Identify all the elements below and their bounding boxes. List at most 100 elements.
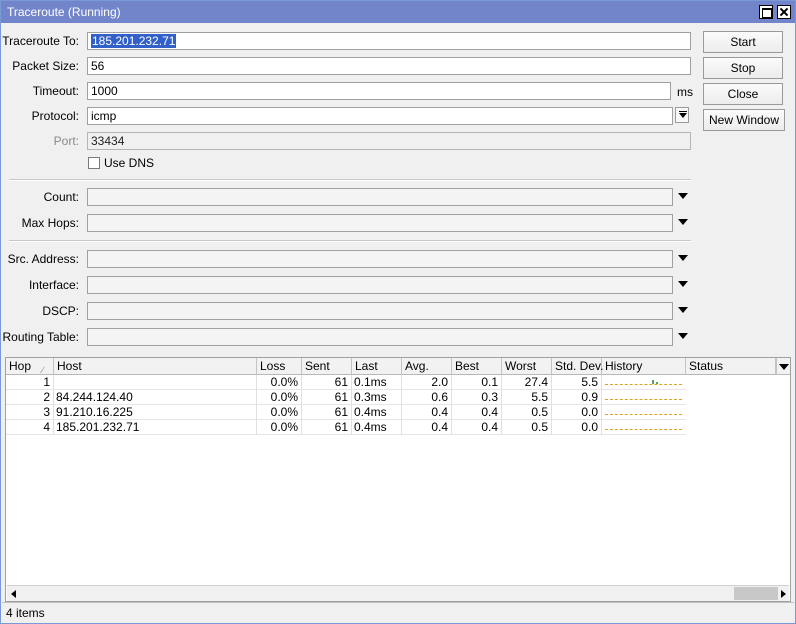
timeout-input[interactable]: 1000 xyxy=(87,82,671,100)
close-icon[interactable] xyxy=(777,5,791,19)
protocol-select[interactable]: icmp xyxy=(87,107,673,125)
loss-cell: 0.0% xyxy=(257,375,302,390)
count-input[interactable] xyxy=(87,188,673,206)
count-expand-icon[interactable] xyxy=(678,193,688,199)
scroll-right-icon[interactable] xyxy=(781,590,786,598)
host-cell: 91.210.16.225 xyxy=(54,405,257,420)
routing-table-expand-icon[interactable] xyxy=(678,333,688,339)
last-cell: 0.1ms xyxy=(352,375,402,390)
history-baseline xyxy=(605,399,682,400)
traceroute-window: Traceroute (Running) Traceroute To: 185.… xyxy=(0,0,796,624)
traceroute-to-value: 185.201.232.71 xyxy=(91,34,177,48)
scroll-left-icon[interactable] xyxy=(11,590,16,598)
dscp-input[interactable] xyxy=(87,302,673,320)
column-menu-icon[interactable] xyxy=(776,358,790,375)
last-cell: 0.4ms xyxy=(352,420,402,435)
routing-table-label: Routing Table: xyxy=(2,330,80,344)
timeout-label: Timeout: xyxy=(32,84,79,98)
column-header-last[interactable]: Last xyxy=(352,358,402,375)
history-bar xyxy=(652,380,654,384)
horizontal-scrollbar[interactable] xyxy=(7,585,789,601)
status-cell xyxy=(686,390,776,405)
column-header-sent[interactable]: Sent xyxy=(302,358,352,375)
table-row[interactable]: 3 91.210.16.225 0.0% 61 0.4ms 0.4 0.4 0.… xyxy=(6,405,686,420)
loss-cell: 0.0% xyxy=(257,405,302,420)
port-label: Port: xyxy=(53,134,79,148)
sent-cell: 61 xyxy=(302,420,352,435)
packet-size-input[interactable]: 56 xyxy=(87,57,691,75)
worst-cell: 0.5 xyxy=(502,420,552,435)
use-dns-label[interactable]: Use DNS xyxy=(104,156,154,170)
worst-cell: 27.4 xyxy=(502,375,552,390)
best-cell: 0.3 xyxy=(452,390,502,405)
max-hops-input[interactable] xyxy=(87,214,673,232)
dscp-expand-icon[interactable] xyxy=(678,307,688,313)
status-cell xyxy=(686,420,776,435)
interface-expand-icon[interactable] xyxy=(678,281,688,287)
traceroute-to-label: Traceroute To: xyxy=(2,34,79,48)
table-row[interactable]: 4 185.201.232.71 0.0% 61 0.4ms 0.4 0.4 0… xyxy=(6,420,686,435)
table-header: Hop ∕ Host Loss Sent Last Avg. Best Worst… xyxy=(6,358,790,375)
src-address-input[interactable] xyxy=(87,250,673,268)
traceroute-to-input[interactable]: 185.201.232.71 xyxy=(87,32,691,50)
avg-cell: 2.0 xyxy=(402,375,452,390)
packet-size-label: Packet Size: xyxy=(12,59,79,73)
start-button[interactable]: Start xyxy=(703,31,783,53)
sent-cell: 61 xyxy=(302,390,352,405)
history-baseline xyxy=(605,384,682,385)
host-cell: 185.201.232.71 xyxy=(54,420,257,435)
history-bar xyxy=(656,382,658,384)
column-header-history[interactable]: History xyxy=(602,358,686,375)
avg-cell: 0.4 xyxy=(402,420,452,435)
column-header-loss[interactable]: Loss xyxy=(257,358,302,375)
maximize-icon[interactable] xyxy=(759,5,773,19)
timeout-unit: ms xyxy=(677,85,693,99)
best-cell: 0.1 xyxy=(452,375,502,390)
window-title: Traceroute (Running) xyxy=(7,5,121,19)
routing-table-input[interactable] xyxy=(87,328,673,346)
column-header-std-dev[interactable]: Std. Dev. xyxy=(552,358,603,375)
protocol-dropdown-icon[interactable] xyxy=(675,107,689,123)
column-header-best[interactable]: Best xyxy=(452,358,502,375)
status-cell xyxy=(686,405,776,420)
column-header-avg[interactable]: Avg. xyxy=(402,358,452,375)
history-cell xyxy=(602,405,686,420)
protocol-label: Protocol: xyxy=(31,109,79,123)
column-header-host[interactable]: Host xyxy=(54,358,257,375)
avg-cell: 0.6 xyxy=(402,390,452,405)
worst-cell: 0.5 xyxy=(502,405,552,420)
std-dev-cell: 5.5 xyxy=(552,375,602,390)
history-baseline xyxy=(605,429,682,430)
history-baseline xyxy=(605,414,682,415)
max-hops-expand-icon[interactable] xyxy=(678,219,688,225)
loss-cell: 0.0% xyxy=(257,420,302,435)
count-label: Count: xyxy=(43,190,79,204)
status-bar: 4 items xyxy=(2,602,794,622)
history-cell xyxy=(602,375,686,390)
best-cell: 0.4 xyxy=(452,420,502,435)
column-header-status[interactable]: Status xyxy=(686,358,776,375)
src-address-expand-icon[interactable] xyxy=(678,255,688,261)
item-count: 4 items xyxy=(6,606,45,620)
column-header-worst[interactable]: Worst xyxy=(502,358,552,375)
new-window-button[interactable]: New Window xyxy=(703,109,785,131)
hop-cell: 3 xyxy=(6,405,54,420)
host-cell: 84.244.124.40 xyxy=(54,390,257,405)
last-cell: 0.3ms xyxy=(352,390,402,405)
title-bar[interactable]: Traceroute (Running) xyxy=(1,1,795,23)
std-dev-cell: 0.0 xyxy=(552,405,602,420)
src-address-label: Src. Address: xyxy=(7,252,79,266)
stop-button[interactable]: Stop xyxy=(703,57,783,79)
table-row[interactable]: 1 0.0% 61 0.1ms 2.0 0.1 27.4 5.5 xyxy=(6,375,686,390)
divider xyxy=(9,240,691,242)
use-dns-checkbox[interactable] xyxy=(88,157,100,169)
table-row[interactable]: 2 84.244.124.40 0.0% 61 0.3ms 0.6 0.3 5.… xyxy=(6,390,686,405)
best-cell: 0.4 xyxy=(452,405,502,420)
scroll-thumb[interactable] xyxy=(734,587,778,600)
hop-cell: 2 xyxy=(6,390,54,405)
history-cell xyxy=(602,390,686,405)
column-header-hop[interactable]: Hop ∕ xyxy=(6,358,54,375)
close-button[interactable]: Close xyxy=(703,83,783,105)
interface-input[interactable] xyxy=(87,276,673,294)
port-input: 33434 xyxy=(87,132,691,150)
